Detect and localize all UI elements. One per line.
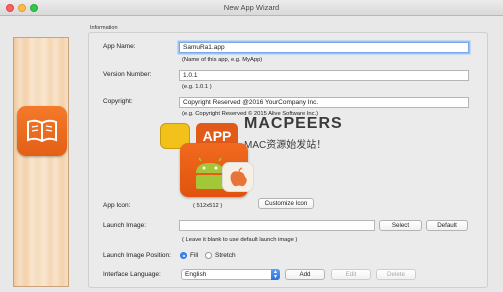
open-book-icon (27, 119, 57, 143)
select-launch-image-button[interactable]: Select (379, 220, 422, 231)
fill-radio[interactable] (180, 252, 187, 259)
version-number-hint: (e.g. 1.0.1 ) (182, 84, 212, 90)
launch-position-label: Launch Image Position: (103, 252, 171, 259)
copyright-label: Copyright: (103, 98, 133, 105)
version-number-label: Version Number: (103, 71, 152, 78)
book-app-icon (17, 106, 67, 156)
interface-language-label: Interface Language: (103, 271, 161, 278)
stretch-radio[interactable] (205, 252, 212, 259)
window-title: New App Wizard (223, 3, 280, 12)
stretch-radio-label: Stretch (215, 252, 236, 259)
information-group-label: Information (90, 25, 118, 31)
wizard-sidebar-banner (13, 37, 69, 287)
launch-image-label: Launch Image: (103, 222, 147, 229)
apple-icon (230, 167, 247, 187)
interface-language-select[interactable]: English ▲ ▼ (181, 269, 280, 280)
app-name-hint: (Name of this app, e.g. MyApp) (182, 57, 263, 63)
banner-stripes (14, 38, 68, 286)
apple-logo-badge (222, 162, 254, 192)
watermark-title: MACPEERS (244, 115, 343, 132)
interface-language-value: English (185, 271, 207, 278)
version-number-field[interactable]: 1.0.1 (179, 70, 469, 81)
launch-image-field[interactable] (179, 220, 375, 231)
chevron-updown-icon: ▲ ▼ (271, 269, 280, 280)
edit-language-button[interactable]: Edit (331, 269, 371, 280)
app-icon-label: App Icon: (103, 202, 131, 209)
default-launch-image-button[interactable]: Default (426, 220, 468, 231)
app-name-label: App Name: (103, 43, 136, 50)
add-language-button[interactable]: Add (285, 269, 325, 280)
watermark-subtitle: MAC资源始发站！ (244, 140, 327, 151)
title-bar: New App Wizard (0, 0, 503, 16)
launch-image-hint: ( Leave it blank to use default launch i… (182, 237, 298, 243)
fill-radio-label: Fill (190, 252, 199, 259)
app-icon-size: ( 512x512 ) (193, 203, 223, 209)
delete-language-button[interactable]: Delete (376, 269, 416, 280)
customize-icon-button[interactable]: Customize Icon (258, 198, 314, 209)
app-name-field[interactable]: SamuRa1.app (179, 42, 469, 53)
